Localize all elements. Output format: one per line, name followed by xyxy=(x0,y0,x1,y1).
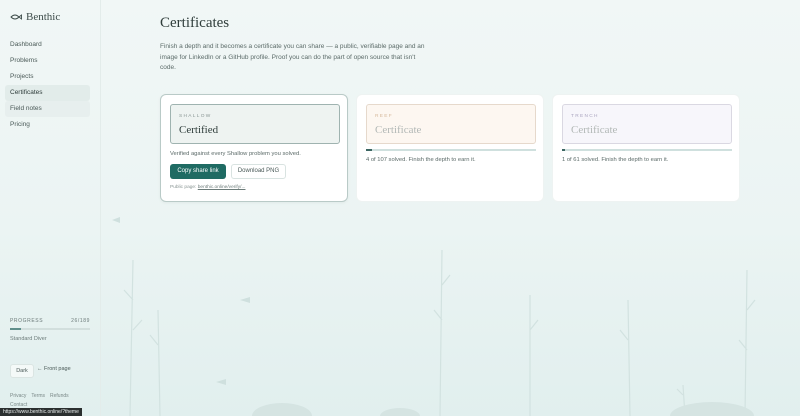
footer-links: Privacy Terms Refunds xyxy=(10,393,69,399)
depth-progress-bar xyxy=(366,149,536,151)
badge-name: Certificate xyxy=(571,124,618,136)
card-status: 4 of 107 solved. Finish the depth to ear… xyxy=(366,157,476,163)
fish-icon xyxy=(10,14,22,20)
sidebar-item-certificates[interactable]: Certificates xyxy=(5,85,90,101)
certificate-badge: REEF Certificate xyxy=(366,104,536,144)
certificate-card-trench: TRENCH Certificate 1 of 61 solved. Finis… xyxy=(552,94,740,202)
refunds-link[interactable]: Refunds xyxy=(50,393,69,399)
sidebar-item-field-notes[interactable]: Field notes xyxy=(5,101,90,117)
download-png-button[interactable]: Download PNG xyxy=(231,164,286,179)
app-logo[interactable]: Benthic xyxy=(10,11,60,23)
front-page-link[interactable]: ← Front page xyxy=(37,366,71,372)
sidebar-item-projects[interactable]: Projects xyxy=(5,69,90,85)
sidebar-nav: Dashboard Problems Projects Certificates… xyxy=(5,37,90,133)
sidebar: Benthic Dashboard Problems Projects Cert… xyxy=(0,0,101,416)
badge-tier: SHALLOW xyxy=(179,114,212,119)
card-status: 1 of 61 solved. Finish the depth to earn… xyxy=(562,157,669,163)
seafloor-illustration xyxy=(112,217,756,416)
privacy-link[interactable]: Privacy xyxy=(10,393,26,399)
certificate-badge: TRENCH Certificate xyxy=(562,104,732,144)
certificate-badge: SHALLOW Certified xyxy=(170,104,340,144)
depth-progress-fill xyxy=(562,149,565,151)
depth-progress-fill xyxy=(366,149,373,151)
terms-link[interactable]: Terms xyxy=(31,393,45,399)
copy-share-link-button[interactable]: Copy share link xyxy=(170,164,226,179)
public-page-row: Public page: benthic.online/verify/... xyxy=(170,185,245,190)
sidebar-progress: PROGRESS 26/189 xyxy=(10,318,90,330)
page-intro: Finish a depth and it becomes a certific… xyxy=(160,43,425,71)
progress-count: 26/189 xyxy=(71,318,90,324)
page-title: Certificates xyxy=(160,15,230,31)
badge-name: Certificate xyxy=(375,124,422,136)
badge-name: Certified xyxy=(179,124,219,136)
rank-label: Standard Diver xyxy=(10,336,47,342)
public-page-label: Public page: xyxy=(170,185,197,190)
progress-label: PROGRESS xyxy=(10,318,44,324)
sidebar-item-problems[interactable]: Problems xyxy=(5,53,90,69)
app-name: Benthic xyxy=(26,11,61,23)
badge-tier: REEF xyxy=(375,114,393,119)
certificate-card-reef: REEF Certificate 4 of 107 solved. Finish… xyxy=(356,94,544,202)
badge-tier: TRENCH xyxy=(571,114,599,119)
depth-progress-bar xyxy=(562,149,732,151)
dark-mode-button[interactable]: Dark xyxy=(10,364,34,378)
browser-status-bar: https://www.benthic.online/?theme xyxy=(0,408,82,416)
card-status: Verified against every Shallow problem y… xyxy=(170,151,301,157)
progress-track xyxy=(10,328,90,330)
certificate-card-shallow: SHALLOW Certified Verified against every… xyxy=(160,94,348,202)
sidebar-item-dashboard[interactable]: Dashboard xyxy=(5,37,90,53)
progress-fill xyxy=(10,328,22,330)
sidebar-item-pricing[interactable]: Pricing xyxy=(5,117,90,133)
public-page-link[interactable]: benthic.online/verify/... xyxy=(198,185,246,190)
